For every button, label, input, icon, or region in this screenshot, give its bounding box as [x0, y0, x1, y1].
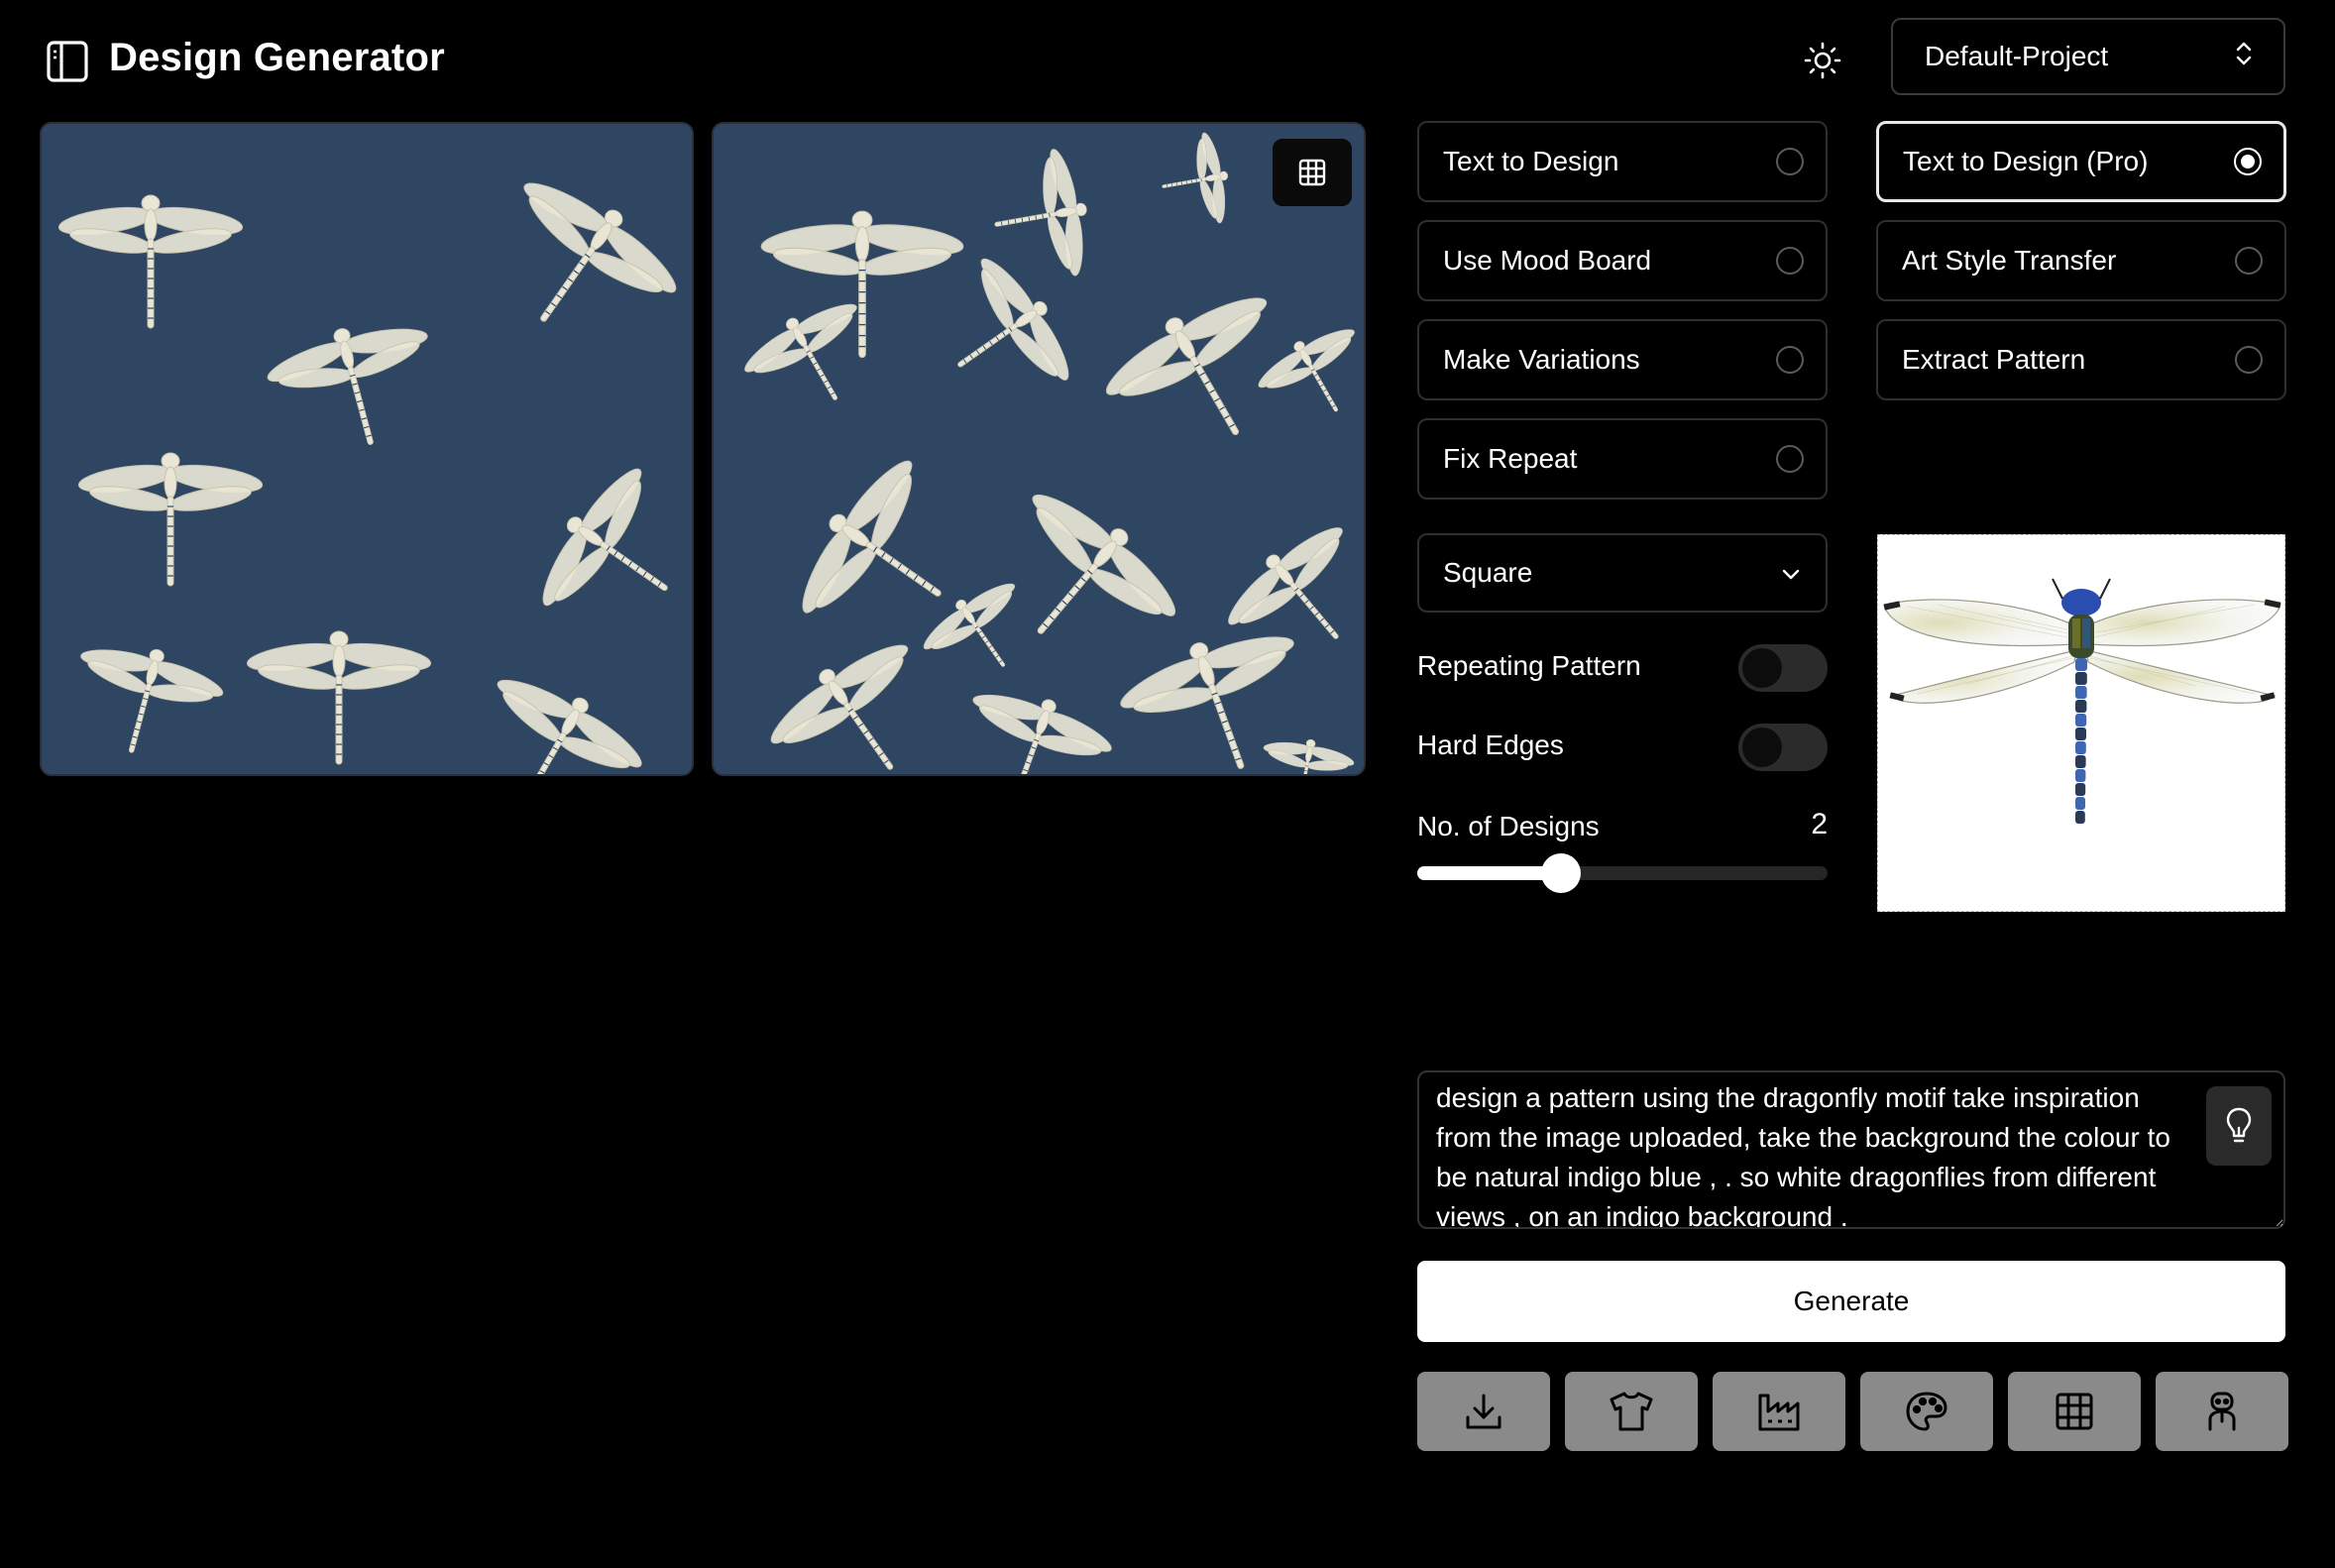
repeating-pattern-label: Repeating Pattern	[1417, 650, 1641, 681]
tile-repeat-button[interactable]	[2008, 1372, 2141, 1451]
repeating-pattern-toggle[interactable]	[1738, 644, 1828, 692]
factory-icon	[1758, 1394, 1800, 1431]
model-mockup-button[interactable]	[2156, 1372, 2288, 1451]
tile-preview-button[interactable]	[1273, 139, 1352, 206]
grid-icon	[1298, 159, 1326, 186]
designs-count-slider[interactable]	[1417, 853, 1828, 893]
mode-label: Fix Repeat	[1443, 443, 1578, 474]
mannequin-icon	[2208, 1392, 2236, 1431]
chevron-down-icon	[1780, 557, 1802, 589]
dragonfly-reference-photo	[1883, 578, 2281, 824]
radio-indicator-selected[interactable]	[2234, 148, 2262, 175]
slider-thumb[interactable]	[1540, 853, 1581, 893]
hard-edges-label: Hard Edges	[1417, 729, 1564, 760]
dragonfly-pattern-image-2	[714, 124, 1364, 774]
radio-indicator[interactable]	[1776, 346, 1804, 374]
toggle-knob	[1742, 728, 1782, 767]
lightbulb-icon[interactable]	[2206, 1086, 2272, 1166]
designs-count-label: No. of Designs	[1417, 811, 1600, 841]
app-title: Design Generator	[109, 36, 445, 79]
reference-image-upload[interactable]	[1877, 534, 2285, 912]
design-preview-2[interactable]	[712, 122, 1366, 776]
mode-text-to-design[interactable]: Text to Design	[1417, 121, 1828, 202]
mode-fix-repeat[interactable]: Fix Repeat	[1417, 418, 1828, 500]
slider-fill	[1417, 866, 1561, 880]
mode-use-mood-board[interactable]: Use Mood Board	[1417, 220, 1828, 301]
mode-extract-pattern[interactable]: Extract Pattern	[1876, 319, 2286, 400]
radio-indicator[interactable]	[2235, 346, 2263, 374]
mode-label: Text to Design (Pro)	[1903, 146, 2149, 176]
palette-icon	[1906, 1392, 1947, 1431]
project-select[interactable]: Default-Project	[1891, 18, 2285, 95]
toggle-knob	[1742, 648, 1782, 688]
sidebar-toggle-icon[interactable]	[46, 40, 89, 83]
apparel-mockup-button[interactable]	[1565, 1372, 1698, 1451]
designs-count-value: 2	[1811, 808, 1828, 840]
mode-label: Extract Pattern	[1902, 344, 2086, 375]
project-select-value: Default-Project	[1925, 41, 2109, 71]
sun-icon[interactable]	[1798, 36, 1847, 85]
chevron-up-down-icon	[2232, 39, 2256, 75]
mode-text-to-design-pro[interactable]: Text to Design (Pro)	[1876, 121, 2286, 202]
production-button[interactable]	[1713, 1372, 1845, 1451]
generate-button[interactable]: Generate	[1417, 1261, 2285, 1342]
mode-label: Make Variations	[1443, 344, 1640, 375]
download-icon	[1466, 1394, 1501, 1429]
aspect-ratio-select[interactable]: Square	[1417, 533, 1828, 613]
design-preview-1[interactable]	[40, 122, 694, 776]
radio-indicator[interactable]	[1776, 445, 1804, 473]
prompt-textarea[interactable]	[1417, 1070, 2285, 1229]
colorway-button[interactable]	[1860, 1372, 1993, 1451]
hard-edges-toggle[interactable]	[1738, 724, 1828, 771]
download-button[interactable]	[1417, 1372, 1550, 1451]
dragonfly-pattern-image-1	[42, 124, 692, 774]
mode-label: Art Style Transfer	[1902, 245, 2117, 276]
mode-art-style-transfer[interactable]: Art Style Transfer	[1876, 220, 2286, 301]
mode-make-variations[interactable]: Make Variations	[1417, 319, 1828, 400]
radio-indicator[interactable]	[1776, 247, 1804, 275]
aspect-ratio-value: Square	[1443, 557, 1533, 588]
shirt-icon	[1610, 1392, 1653, 1431]
radio-indicator[interactable]	[1776, 148, 1804, 175]
radio-indicator[interactable]	[2235, 247, 2263, 275]
mode-label: Text to Design	[1443, 146, 1619, 176]
mode-label: Use Mood Board	[1443, 245, 1652, 276]
grid-icon	[2056, 1393, 2093, 1430]
